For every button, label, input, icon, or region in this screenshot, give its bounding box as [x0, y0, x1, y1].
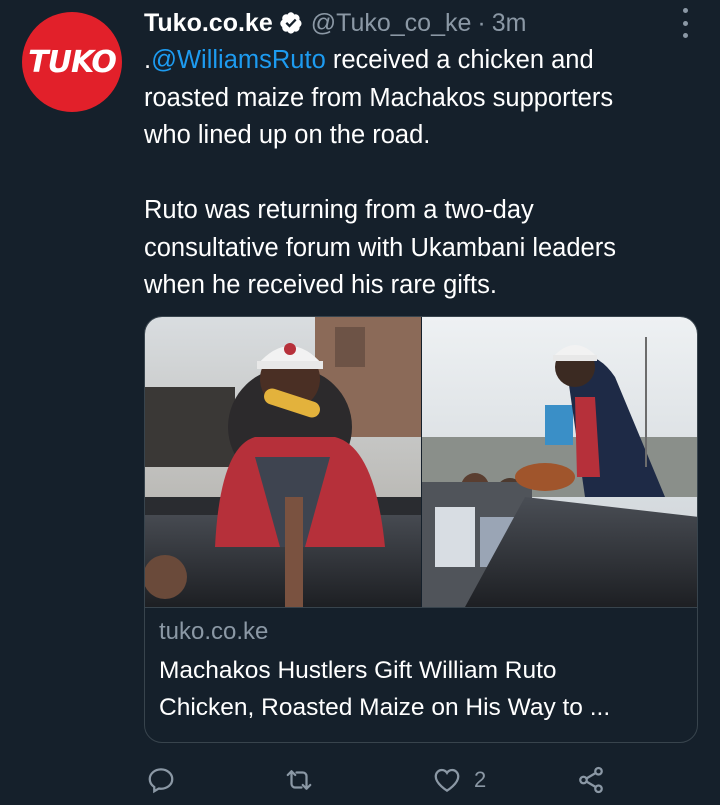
author-name[interactable]: Tuko.co.ke: [144, 9, 273, 38]
avatar-logo-text: TUKO: [28, 44, 117, 80]
share-button[interactable]: [576, 760, 606, 800]
author-handle[interactable]: @Tuko_co_ke: [311, 9, 472, 38]
like-button[interactable]: 2: [432, 760, 486, 800]
more-options-icon[interactable]: [678, 8, 692, 38]
verified-badge-icon: [280, 12, 302, 34]
link-preview-card[interactable]: tuko.co.ke Machakos Hustlers Gift Willia…: [144, 316, 698, 743]
text-line-2: roasted maize from Machakos supporters: [144, 83, 614, 112]
separator-dot: ·: [477, 8, 486, 37]
tweet-timestamp[interactable]: 3m: [492, 9, 527, 38]
text-para2-line-1: Ruto was returning from a two-day: [144, 196, 534, 224]
text-line-3: who lined up on the road.: [144, 121, 431, 149]
card-title-line-1: Machakos Hustlers Gift William Ruto: [159, 657, 557, 684]
reply-button[interactable]: [146, 760, 188, 800]
avatar[interactable]: TUKO: [22, 12, 122, 112]
card-title-line-2: Chicken, Roasted Maize on His Way to ...: [159, 694, 611, 721]
retweet-icon: [286, 770, 312, 790]
mention-link[interactable]: @WilliamsRuto: [151, 46, 326, 74]
text-para2-line-3: when he received his rare gifts.: [144, 271, 497, 299]
text-para2-line-2: consultative forum with Ukambani leaders: [144, 233, 616, 262]
share-icon: [579, 766, 603, 794]
card-meta: tuko.co.ke Machakos Hustlers Gift Willia…: [145, 607, 697, 742]
retweet-button[interactable]: [284, 760, 326, 800]
text-line-1: received a chicken and: [325, 46, 594, 74]
card-domain: tuko.co.ke: [159, 618, 269, 645]
tweet-text: .@WilliamsRuto received a chicken and ro…: [144, 42, 690, 305]
like-count: 2: [474, 767, 487, 792]
card-photo: [145, 317, 697, 607]
tweet-header: Tuko.co.ke @Tuko_co_ke · 3m: [144, 6, 660, 40]
tweet-actions: 2: [144, 760, 614, 800]
card-title: Machakos Hustlers Gift William Ruto Chic…: [159, 652, 679, 726]
heart-icon: [434, 768, 460, 792]
reply-icon: [148, 768, 174, 794]
